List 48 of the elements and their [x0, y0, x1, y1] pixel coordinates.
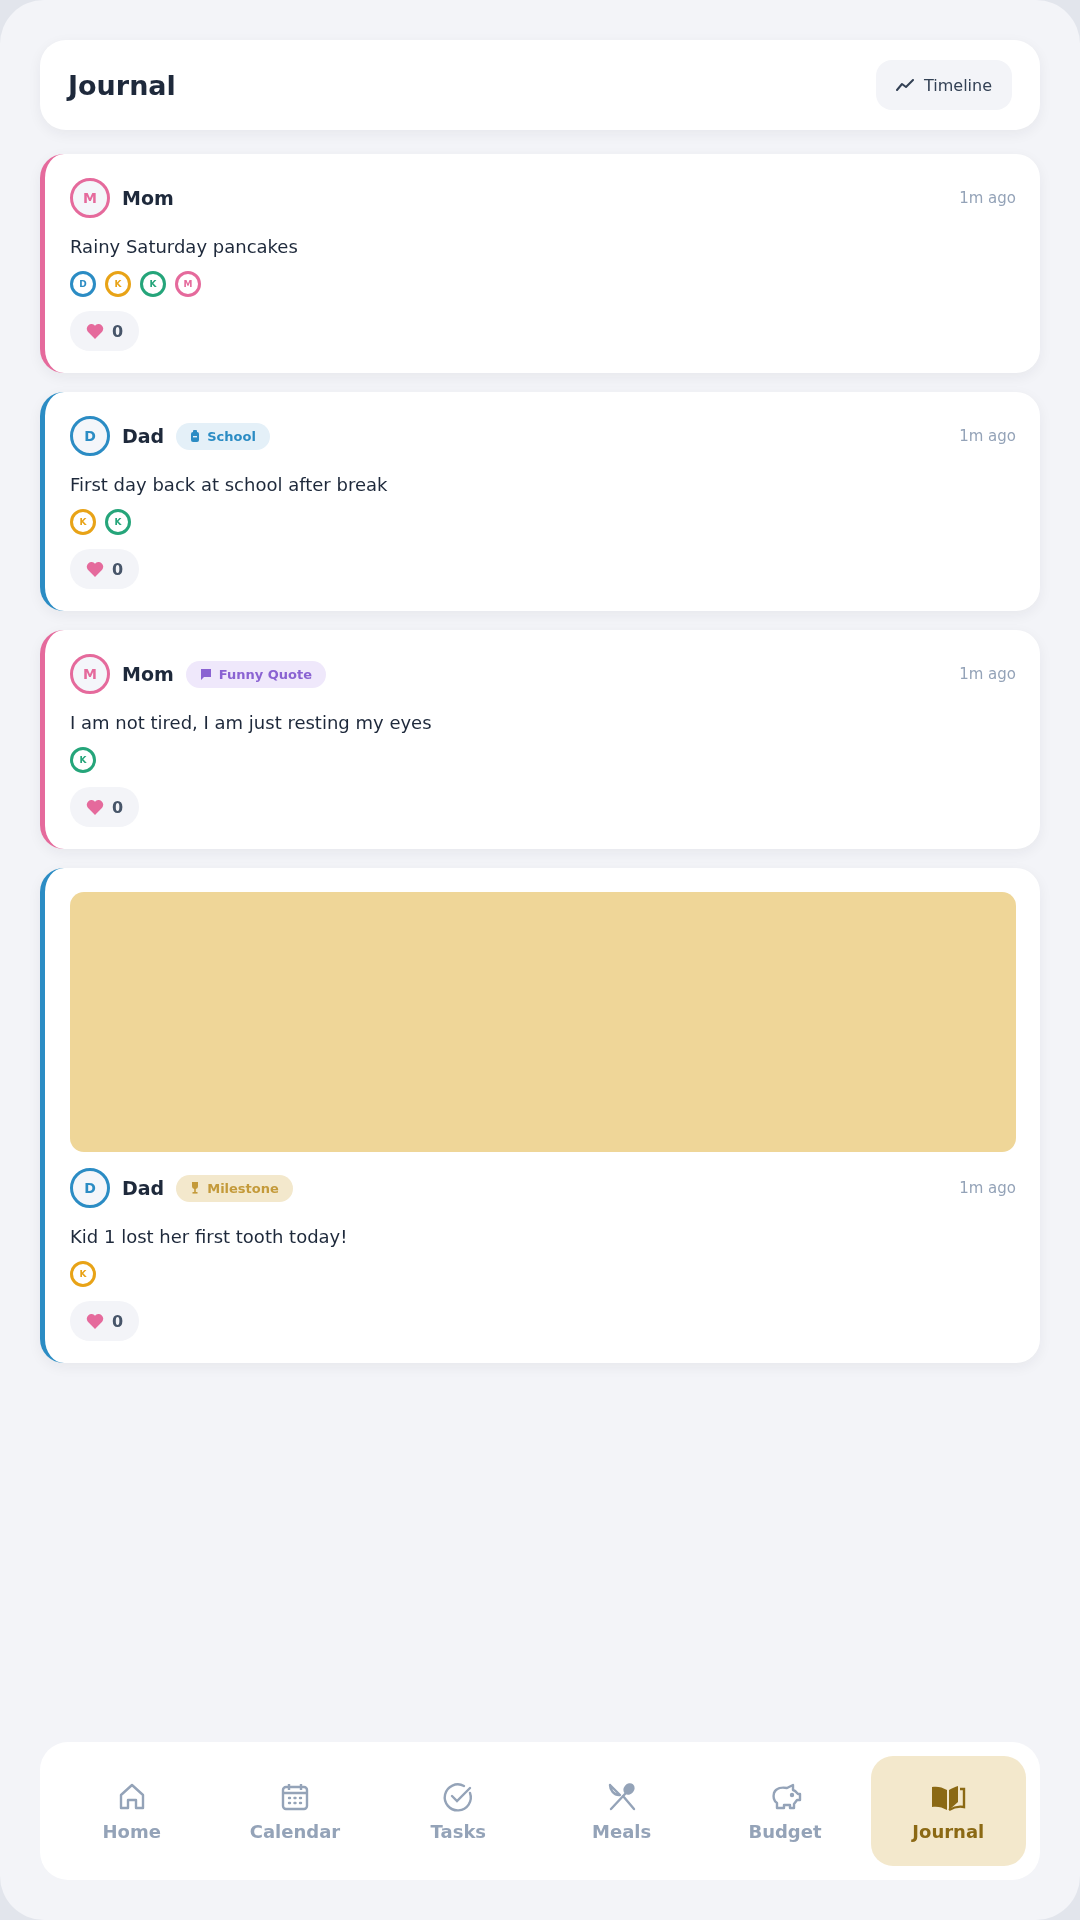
tagged-avatar: K: [70, 1261, 96, 1287]
tagged-avatar: K: [140, 271, 166, 297]
nav-tab[interactable]: Calendar: [217, 1756, 373, 1866]
timeline-button[interactable]: Timeline: [875, 60, 1012, 110]
check-circle-icon: [442, 1780, 475, 1813]
nav-tab[interactable]: Budget: [707, 1756, 863, 1866]
tagged-avatar: K: [70, 747, 96, 773]
avatar: D: [70, 1168, 110, 1208]
heart-icon: [86, 323, 104, 339]
post-text: First day back at school after break: [70, 474, 389, 495]
post-text: Rainy Saturday pancakes: [70, 236, 299, 257]
like-button[interactable]: 0: [70, 787, 140, 827]
speech-bubble-icon: [199, 668, 212, 680]
post-text: Kid 1 lost her first tooth today!: [70, 1226, 349, 1247]
avatar: D: [70, 416, 110, 456]
heart-icon: [86, 1313, 104, 1329]
heart-icon: [86, 561, 104, 577]
trophy-icon: [190, 1182, 201, 1194]
category-tag: Milestone: [176, 1174, 293, 1202]
nav-tab[interactable]: Meals: [544, 1756, 700, 1866]
tagged-avatar: D: [70, 271, 96, 297]
backpack-icon: [190, 430, 201, 442]
category-tag: School: [176, 422, 270, 450]
like-button[interactable]: 0: [70, 549, 140, 589]
post-text: I am not tired, I am just resting my eyes: [70, 712, 433, 733]
like-button[interactable]: 0: [70, 1301, 140, 1341]
tagged-avatar: K: [105, 509, 131, 535]
author-name: Dad: [122, 1177, 165, 1199]
post-time: 1m ago: [959, 427, 1016, 445]
like-button[interactable]: 0: [70, 311, 140, 351]
heart-icon: [86, 799, 104, 815]
tagged-avatar: M: [175, 271, 201, 297]
avatar: M: [70, 178, 110, 218]
category-tag: Funny Quote: [185, 660, 327, 688]
post-time: 1m ago: [959, 1179, 1016, 1197]
author-name: Dad: [122, 425, 165, 447]
author-name: Mom: [122, 663, 174, 685]
nav-tab[interactable]: Journal: [870, 1756, 1026, 1866]
tagged-avatar: K: [105, 271, 131, 297]
post-time: 1m ago: [959, 189, 1016, 207]
tagged-avatar: K: [70, 509, 96, 535]
nav-tab[interactable]: Home: [54, 1756, 210, 1866]
nav-tab[interactable]: Tasks: [380, 1756, 536, 1866]
post-time: 1m ago: [959, 665, 1016, 683]
page-title: Journal: [68, 69, 176, 101]
trend-icon: [895, 79, 914, 91]
author-name: Mom: [122, 187, 174, 209]
avatar: M: [70, 654, 110, 694]
